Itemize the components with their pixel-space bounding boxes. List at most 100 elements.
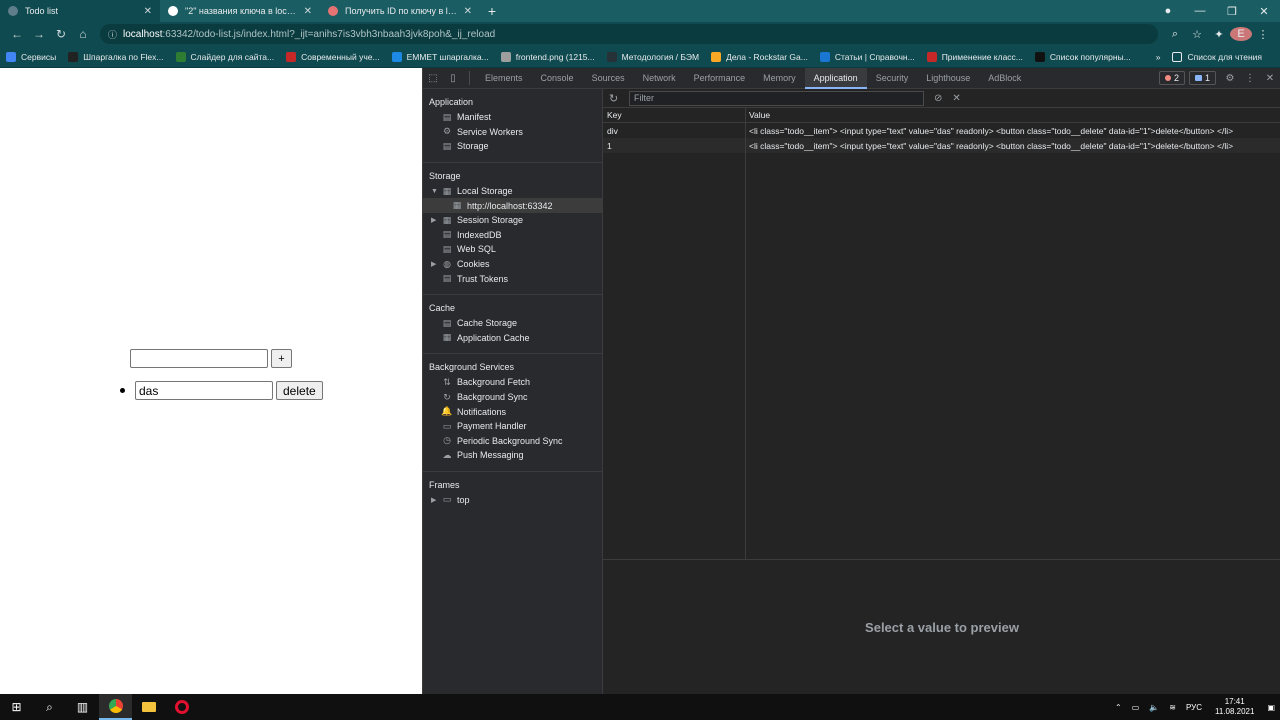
more-options-icon[interactable]: ⋮ bbox=[1240, 73, 1260, 84]
zoom-icon[interactable]: ⌕ bbox=[1164, 28, 1186, 41]
device-toolbar-icon[interactable]: ▯ bbox=[443, 73, 463, 84]
bookmark-item[interactable]: frontend.png (1215... bbox=[500, 51, 595, 62]
chevron-up-icon[interactable]: ⌃ bbox=[1115, 703, 1122, 712]
search-icon[interactable]: ⌕ bbox=[33, 694, 66, 720]
delete-button[interactable]: delete bbox=[276, 381, 323, 400]
browser-tab[interactable]: Получить ID по ключу в localStorage ✕ bbox=[320, 0, 480, 22]
bookmark-item[interactable]: Сервисы bbox=[6, 51, 56, 62]
sidebar-item[interactable]: ◷ Periodic Background Sync bbox=[423, 434, 602, 449]
back-button[interactable]: ← bbox=[6, 23, 28, 45]
sidebar-item[interactable]: 🔔 Notifications bbox=[423, 404, 602, 419]
bookmark-item[interactable]: Слайдер для сайта... bbox=[175, 51, 274, 62]
filter-input[interactable]: Filter bbox=[629, 90, 924, 106]
sidebar-item[interactable]: ▶ ▦ Session Storage bbox=[423, 213, 602, 228]
tab-performance[interactable]: Performance bbox=[685, 68, 755, 89]
collapsed-arrow-icon[interactable]: ▶ bbox=[431, 496, 441, 504]
tab-console[interactable]: Console bbox=[532, 68, 583, 89]
bookmark-item[interactable]: Список популярны... bbox=[1034, 51, 1131, 62]
sidebar-item[interactable]: ⚙ Service Workers bbox=[423, 125, 602, 140]
sidebar-item[interactable]: ▦ Application Cache bbox=[423, 331, 602, 346]
tab-lighthouse[interactable]: Lighthouse bbox=[917, 68, 979, 89]
sidebar-item-frame-top[interactable]: ▶ ▭ top bbox=[423, 493, 602, 508]
sidebar-item-local-storage-origin[interactable]: ▦ http://localhost:63342 bbox=[423, 198, 602, 213]
value-column-header[interactable]: Value bbox=[745, 110, 1280, 120]
table-row[interactable]: 1 <li class="todo__item"> <input type="te… bbox=[603, 138, 1280, 153]
expanded-arrow-icon[interactable]: ▼ bbox=[431, 188, 441, 195]
start-button[interactable]: ⊞ bbox=[0, 694, 33, 720]
address-bar[interactable]: ⓘ localhost:63342/todo-list.js/index.htm… bbox=[100, 24, 1158, 44]
browser-tab[interactable]: "2" названия ключа в localstorage ✕ bbox=[160, 0, 320, 22]
key-column-header[interactable]: Key bbox=[603, 110, 745, 120]
tab-security[interactable]: Security bbox=[867, 68, 918, 89]
table-row[interactable]: div <li class="todo__item"> <input type="… bbox=[603, 123, 1280, 138]
sidebar-item-local-storage[interactable]: ▼ ▦ Local Storage bbox=[423, 184, 602, 199]
add-todo-button[interactable]: + bbox=[271, 349, 292, 368]
tab-elements[interactable]: Elements bbox=[476, 68, 532, 89]
forward-button[interactable]: → bbox=[28, 23, 50, 45]
bookmark-item[interactable]: Статьи | Справочн... bbox=[819, 51, 915, 62]
wifi-icon[interactable]: ≋ bbox=[1169, 703, 1176, 712]
bookmark-star-icon[interactable]: ☆ bbox=[1186, 28, 1208, 41]
volume-icon[interactable]: 🔈 bbox=[1149, 703, 1159, 712]
bookmark-item[interactable]: Современный уче... bbox=[286, 51, 380, 62]
reading-list-button[interactable]: Список для чтения bbox=[1172, 51, 1262, 62]
file-explorer-icon[interactable] bbox=[132, 694, 165, 720]
tab-memory[interactable]: Memory bbox=[754, 68, 805, 89]
sidebar-item[interactable]: ▤ Trust Tokens bbox=[423, 271, 602, 286]
sidebar-item[interactable]: ↻ Background Sync bbox=[423, 390, 602, 405]
task-view-icon[interactable]: ▥ bbox=[66, 694, 99, 720]
bookmark-item[interactable]: Шпаргалка по Flex... bbox=[68, 51, 164, 62]
bookmark-item[interactable]: EMMET шпаргалка... bbox=[391, 51, 489, 62]
profile-avatar[interactable]: E bbox=[1230, 27, 1252, 41]
minimize-button[interactable]: — bbox=[1184, 5, 1216, 17]
bookmark-item[interactable]: Применение класс... bbox=[926, 51, 1023, 62]
tab-network[interactable]: Network bbox=[634, 68, 685, 89]
bookmarks-more-button[interactable]: » bbox=[1156, 52, 1161, 62]
settings-gear-icon[interactable]: ⚙ bbox=[1220, 73, 1240, 84]
sidebar-item[interactable]: ▭ Payment Handler bbox=[423, 419, 602, 434]
info-icon[interactable]: ⓘ bbox=[108, 28, 117, 41]
network-icon[interactable]: ▭ bbox=[1132, 703, 1140, 712]
close-window-button[interactable]: ✕ bbox=[1248, 5, 1280, 18]
extensions-icon[interactable]: ✦ bbox=[1208, 28, 1230, 41]
bookmark-item[interactable]: Методология / БЭМ bbox=[606, 51, 699, 62]
tab-adblock[interactable]: AdBlock bbox=[979, 68, 1030, 89]
menu-icon[interactable]: ⋮ bbox=[1252, 28, 1274, 41]
bookmark-item[interactable]: Дела - Rockstar Ga... bbox=[711, 51, 808, 62]
clear-all-icon[interactable]: ⊘ bbox=[934, 93, 942, 104]
sidebar-item[interactable]: ▤ Cache Storage bbox=[423, 316, 602, 331]
tab-sources[interactable]: Sources bbox=[583, 68, 634, 89]
sidebar-item[interactable]: ▤ Storage bbox=[423, 139, 602, 154]
chrome-taskbar-icon[interactable] bbox=[99, 694, 132, 720]
collapsed-arrow-icon[interactable]: ▶ bbox=[431, 216, 441, 224]
message-badge[interactable]: 1 bbox=[1188, 71, 1216, 85]
todo-input[interactable] bbox=[130, 349, 268, 368]
tab-application[interactable]: Application bbox=[804, 67, 867, 89]
todo-item-input[interactable] bbox=[135, 381, 273, 400]
close-tab-icon[interactable]: ✕ bbox=[144, 6, 152, 17]
language-indicator[interactable]: РУС bbox=[1186, 703, 1202, 712]
close-devtools-icon[interactable]: ✕ bbox=[1260, 73, 1280, 84]
restore-button[interactable]: ❐ bbox=[1216, 5, 1248, 18]
sidebar-item[interactable]: ▶ ◍ Cookies bbox=[423, 257, 602, 272]
refresh-icon[interactable]: ↻ bbox=[609, 92, 623, 105]
sidebar-item[interactable]: ⇅ Background Fetch bbox=[423, 375, 602, 390]
inspect-element-icon[interactable]: ⬚ bbox=[423, 73, 443, 84]
browser-tab[interactable]: Todo list ✕ bbox=[0, 0, 160, 22]
sidebar-item[interactable]: ▤ IndexedDB bbox=[423, 228, 602, 243]
collapsed-arrow-icon[interactable]: ▶ bbox=[431, 260, 441, 268]
new-tab-button[interactable]: + bbox=[480, 0, 504, 22]
opera-icon[interactable] bbox=[165, 694, 198, 720]
sidebar-item[interactable]: ▤ Web SQL bbox=[423, 242, 602, 257]
error-badge[interactable]: 2 bbox=[1158, 71, 1185, 85]
close-tab-icon[interactable]: ✕ bbox=[304, 6, 312, 17]
delete-selected-icon[interactable]: ✕ bbox=[952, 93, 960, 104]
home-button[interactable]: ⌂ bbox=[72, 23, 94, 45]
reload-button[interactable]: ↻ bbox=[50, 23, 72, 45]
close-tab-icon[interactable]: ✕ bbox=[464, 6, 472, 17]
notifications-icon[interactable]: ▣ bbox=[1267, 703, 1275, 712]
profile-icon[interactable]: ● bbox=[1152, 5, 1184, 17]
sidebar-item[interactable]: ▤ Manifest bbox=[423, 110, 602, 125]
clock[interactable]: 17:41 11.08.2021 bbox=[1215, 697, 1254, 717]
sidebar-item[interactable]: ☁ Push Messaging bbox=[423, 448, 602, 463]
